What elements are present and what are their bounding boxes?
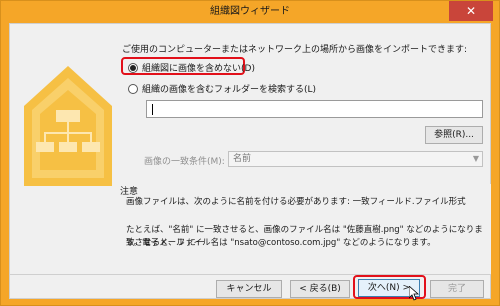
cancel-button-label: キャンセル — [226, 284, 272, 294]
finish-button[interactable]: 完了 — [430, 280, 484, 298]
match-select[interactable]: 名前 ▼ — [228, 151, 483, 167]
browse-button[interactable]: 参照(R)... — [425, 126, 483, 144]
text-caret — [152, 104, 153, 115]
mouse-pointer-icon — [409, 286, 419, 301]
title-bar: 組織図ウィザード ✕ — [1, 1, 499, 23]
window-title: 組織図ウィザード — [210, 6, 290, 17]
next-button-label: 次へ(N) > — [367, 283, 411, 293]
radio-no-images[interactable]: 組織図に画像を含めない(D) — [128, 61, 255, 74]
radio-selected-icon — [128, 62, 138, 73]
radio-no-images-label: 組織図に画像を含めない(D) — [142, 64, 255, 74]
note-panel: 注意 画像ファイルは、次のように名前を付ける必要があります: 一致フィールド.フ… — [114, 184, 491, 274]
chevron-down-icon: ▼ — [472, 154, 479, 163]
note-line-3: 致させると、ファイル名は "nsato@contoso.com.jpg" などの… — [126, 238, 436, 248]
folder-path-input[interactable] — [146, 100, 483, 118]
wizard-window: 組織図ウィザード ✕ ご使用のコンピューターまたはネットワーク上の場所から画像を… — [0, 0, 500, 306]
instruction-text: ご使用のコンピューターまたはネットワーク上の場所から画像をインポートできます: — [122, 45, 468, 55]
wizard-content: ご使用のコンピューターまたはネットワーク上の場所から画像をインポートできます: … — [9, 23, 491, 301]
finish-button-label: 完了 — [447, 284, 466, 294]
browse-button-label: 参照(R)... — [434, 130, 474, 140]
org-chart-illustration — [18, 36, 118, 196]
back-button-label: < 戻る(B) — [299, 284, 341, 294]
match-label: 画像の一致条件(M): — [144, 157, 225, 167]
radio-search-folder-label: 組織の画像を含むフォルダーを検索する(L) — [142, 85, 317, 95]
close-icon: ✕ — [465, 4, 477, 18]
close-button[interactable]: ✕ — [449, 1, 493, 21]
radio-unselected-icon — [128, 83, 138, 94]
note-line-1: 画像ファイルは、次のように名前を付ける必要があります: 一致フィールド.ファイル… — [126, 197, 466, 207]
match-select-value: 名前 — [233, 154, 252, 164]
cancel-button[interactable]: キャンセル — [216, 280, 282, 298]
back-button[interactable]: < 戻る(B) — [290, 280, 350, 298]
radio-search-folder[interactable]: 組織の画像を含むフォルダーを検索する(L) — [128, 82, 316, 95]
